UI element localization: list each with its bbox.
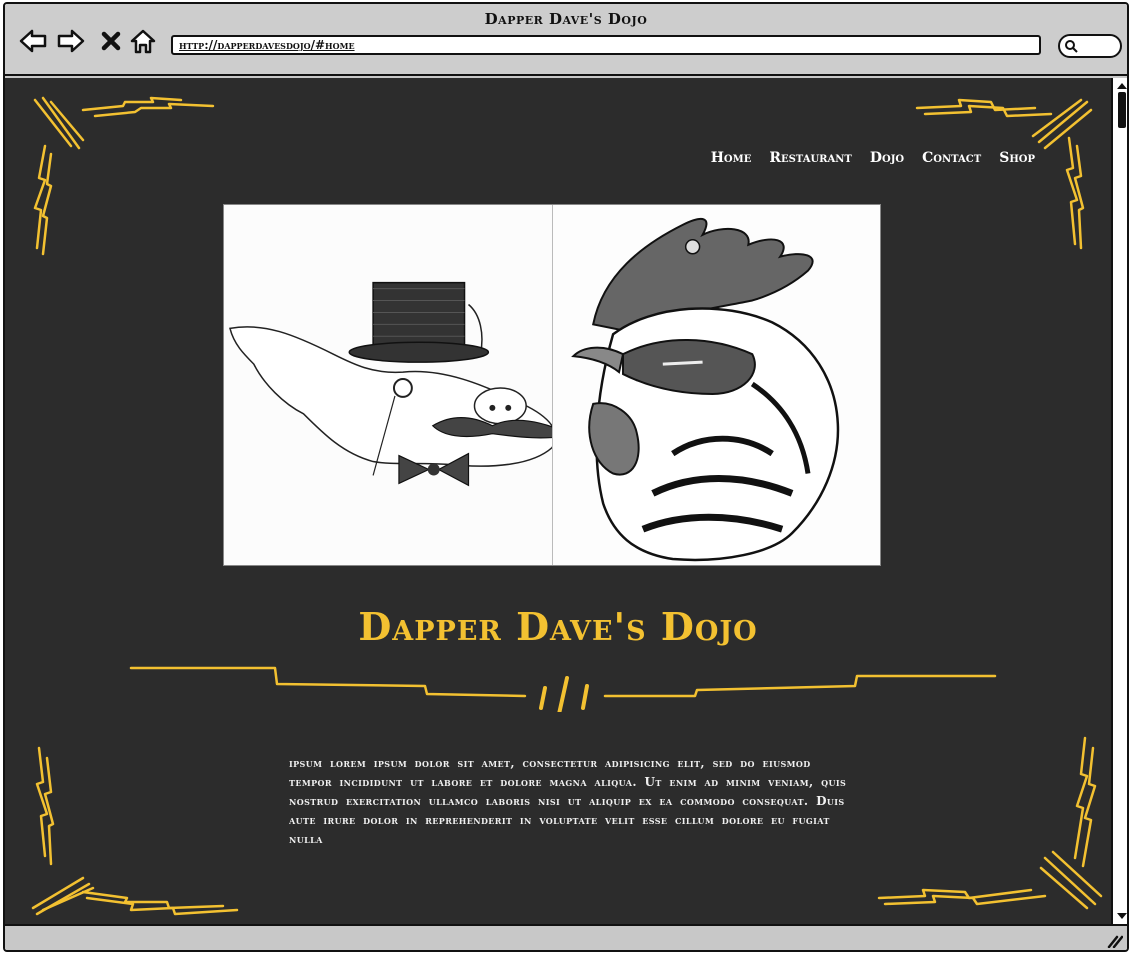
dapper-pig-image (224, 205, 574, 565)
scroll-down-icon[interactable] (1116, 912, 1128, 920)
hero-banner (223, 204, 881, 566)
scroll-up-icon[interactable] (1116, 82, 1128, 90)
home-icon[interactable] (129, 28, 157, 54)
nav-restaurant[interactable]: Restaurant (769, 150, 852, 166)
window-title: Dapper Dave's Dojo (484, 10, 648, 28)
address-bar[interactable]: http://dapperdavesdojo/#home (171, 35, 1041, 55)
site-nav: Home Restaurant Dojo Contact Shop (711, 150, 1035, 166)
nav-contact[interactable]: Contact (922, 150, 981, 166)
corner-lightning-top-left (33, 96, 215, 256)
intro-paragraph: ipsum lorem ipsum dolor sit amet, consec… (289, 756, 847, 846)
rooster-image (552, 205, 880, 565)
vertical-scrollbar[interactable] (1111, 78, 1128, 924)
nav-dojo[interactable]: Dojo (870, 150, 904, 166)
forward-arrow-icon[interactable] (57, 28, 85, 54)
search-icon (1065, 40, 1078, 53)
corner-lightning-top-right (915, 98, 1093, 250)
back-arrow-icon[interactable] (19, 28, 47, 54)
browser-statusbar (5, 924, 1127, 950)
nav-shop[interactable]: Shop (999, 150, 1035, 166)
corner-lightning-bottom-right (877, 736, 1103, 910)
corner-lightning-bottom-left (31, 746, 239, 916)
browser-search-field[interactable] (1058, 34, 1122, 58)
page-viewport: Home Restaurant Dojo Contact Shop Dapper… (5, 78, 1111, 924)
resize-grip-icon[interactable] (1107, 934, 1123, 948)
stop-icon[interactable] (97, 28, 125, 54)
browser-window: Dapper Dave's Dojo http://dapperdavesdoj… (3, 2, 1129, 952)
lightning-divider (129, 666, 997, 712)
scroll-thumb[interactable] (1118, 92, 1126, 128)
site-title: Dapper Dave's Dojo (358, 604, 758, 649)
browser-titlebar: Dapper Dave's Dojo http://dapperdavesdoj… (5, 4, 1127, 76)
nav-home[interactable]: Home (711, 150, 752, 166)
